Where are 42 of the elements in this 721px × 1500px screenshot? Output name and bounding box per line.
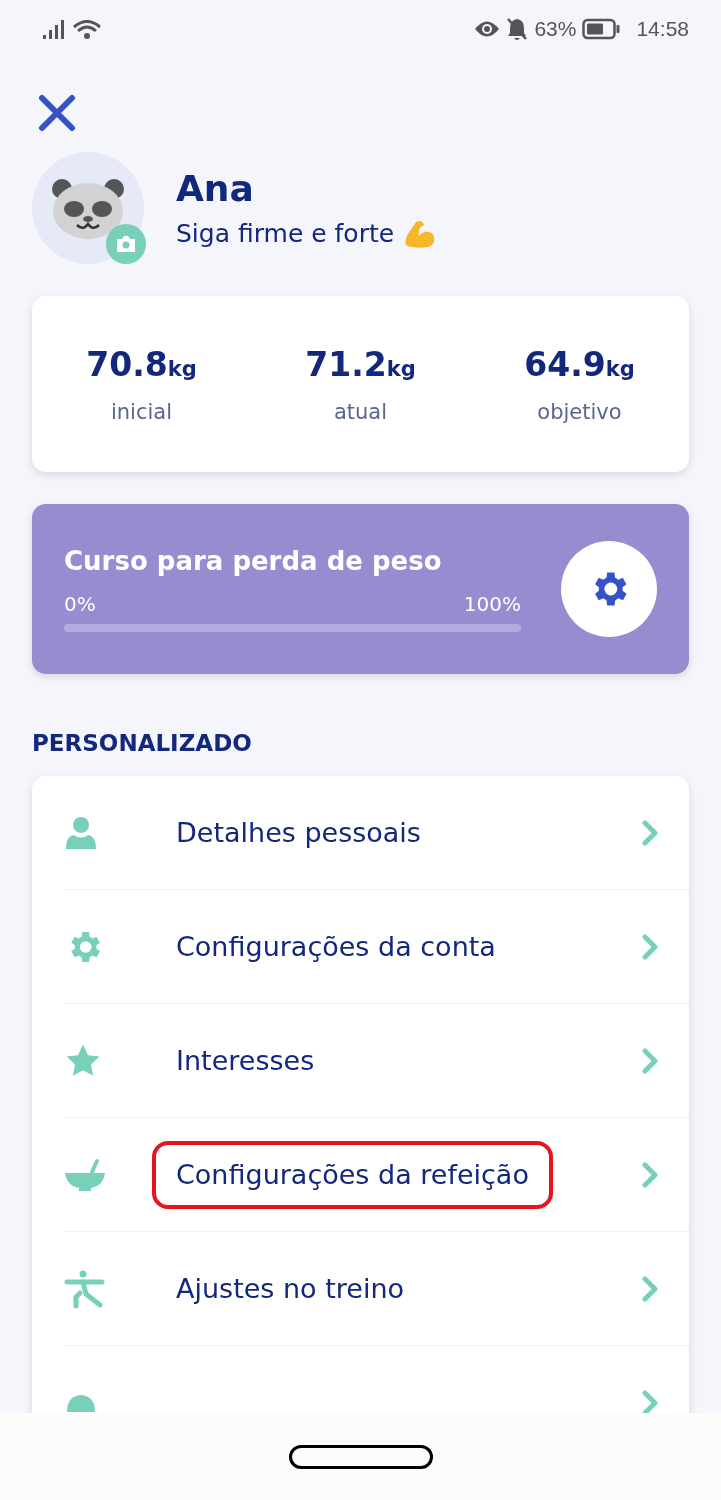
menu-item[interactable]: Ajustes no treino	[64, 1232, 689, 1346]
wifi-icon	[72, 18, 102, 40]
bowl-icon	[64, 1157, 106, 1192]
chevron-icon	[641, 1389, 659, 1413]
battery-icon	[582, 18, 621, 40]
chevron-icon	[641, 933, 659, 960]
menu-item[interactable]: Configurações da refeição	[64, 1118, 689, 1232]
menu-item[interactable]: Detalhes pessoais	[64, 776, 689, 890]
weight-value: 70.8kg	[86, 344, 197, 384]
chevron-icon	[641, 1047, 659, 1074]
highlighted-label: Configurações da refeição	[152, 1140, 553, 1209]
home-handle[interactable]	[288, 1444, 433, 1469]
chevron-icon	[641, 819, 659, 846]
menu-label: Interesses	[176, 1043, 315, 1078]
panda-icon	[50, 177, 126, 239]
weight-label: objetivo	[537, 399, 622, 424]
muted-bell-icon	[506, 17, 529, 41]
chevron-icon	[641, 1161, 659, 1188]
course-title: Curso para perda de peso	[64, 546, 443, 576]
menu-label: Configurações da conta	[176, 929, 496, 964]
signal-icon	[42, 18, 66, 40]
progress-end: 100%	[463, 592, 521, 616]
eye-icon	[474, 20, 501, 38]
close-button[interactable]	[38, 94, 76, 132]
menu-item[interactable]: Configurações da conta	[64, 890, 689, 1004]
weight-value: 71.2kg	[305, 344, 416, 384]
menu-item[interactable]: Interesses	[64, 1004, 689, 1118]
weight-label: inicial	[110, 399, 173, 424]
motto: Siga firme e forte	[176, 219, 395, 248]
menu-label: Detalhes pessoais	[176, 815, 421, 850]
user-name: Ana	[176, 167, 255, 209]
exercise-icon	[64, 1268, 106, 1309]
section-title: PERSONALIZADO	[32, 730, 253, 756]
battery-percent: 63%	[534, 17, 577, 41]
clock: 14:58	[636, 17, 689, 41]
bell-icon	[64, 1393, 98, 1412]
progress-start: 0%	[64, 592, 96, 616]
weight-value: 64.9kg	[524, 344, 635, 384]
menu-label: Ajustes no treino	[176, 1271, 405, 1306]
weight-label: atual	[333, 399, 388, 424]
chevron-icon	[641, 1275, 659, 1302]
person-icon	[64, 815, 98, 850]
